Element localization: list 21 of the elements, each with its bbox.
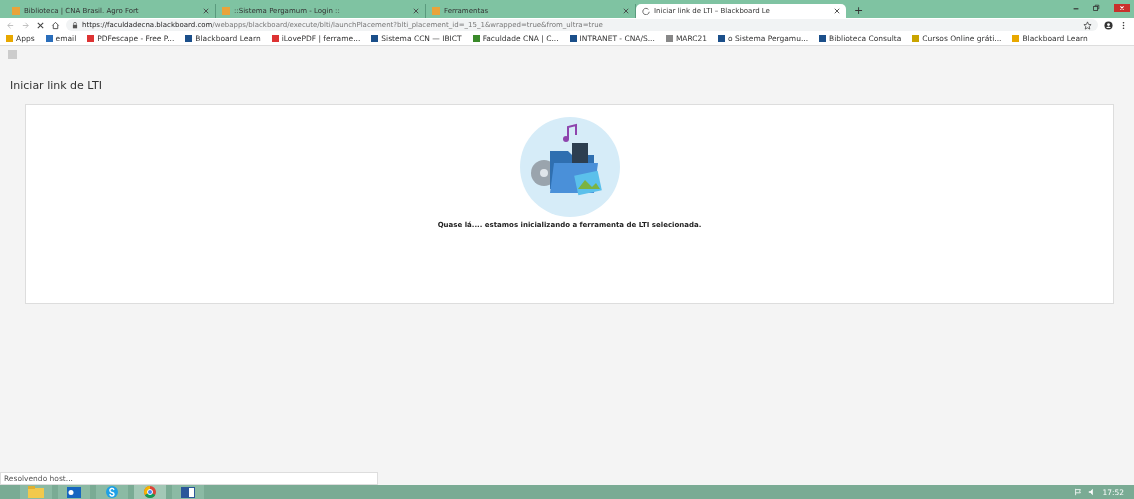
star-icon[interactable] — [1083, 20, 1092, 30]
page-heading: Iniciar link de LTI — [10, 79, 103, 92]
page-icon — [8, 50, 17, 59]
home-icon[interactable] — [51, 20, 60, 30]
profile-icon[interactable] — [1104, 20, 1113, 30]
lock-icon — [72, 21, 78, 29]
mail-app-icon[interactable] — [58, 485, 90, 499]
close-icon[interactable] — [623, 8, 629, 14]
close-icon[interactable] — [203, 8, 209, 14]
favicon-icon — [222, 7, 230, 15]
favicon-icon — [432, 7, 440, 15]
new-tab-button[interactable]: + — [854, 4, 864, 18]
restore-icon[interactable] — [1090, 4, 1102, 12]
chat-app-icon[interactable] — [96, 485, 128, 499]
favicon-icon — [12, 7, 20, 15]
stop-icon[interactable] — [36, 20, 45, 30]
document-app-icon[interactable] — [172, 485, 204, 499]
close-icon[interactable] — [834, 8, 840, 14]
close-icon[interactable] — [413, 8, 419, 14]
flag-icon[interactable] — [1074, 488, 1083, 496]
browser-app-icon[interactable] — [134, 485, 166, 499]
